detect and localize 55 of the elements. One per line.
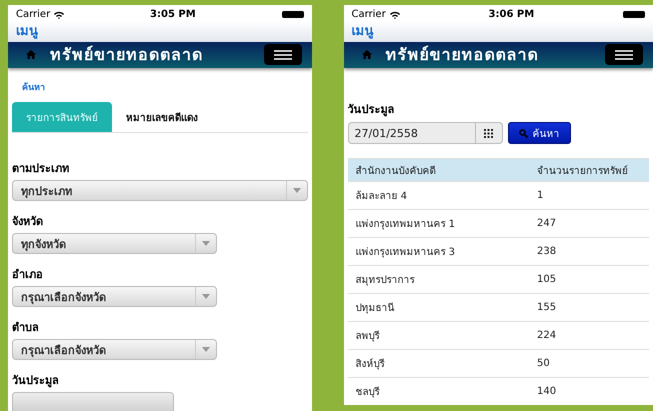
field-label: วันประมูล: [348, 102, 396, 118]
field-label: ตามประเภท: [12, 161, 70, 177]
table-cell-text: 247: [536, 218, 558, 229]
field-label: วันประมูล: [12, 373, 60, 389]
tab[interactable]: หมายเลขคดีแดง: [112, 102, 212, 132]
table-cell-text: ลพบุรี: [354, 330, 380, 343]
table-cell-text: 1: [536, 190, 544, 201]
column-header: จำนวนรายการทรัพย์: [536, 164, 629, 178]
search-link[interactable]: ค้นหา: [22, 80, 308, 94]
search-button[interactable]: ค้นหา: [508, 122, 570, 144]
menu-icon: [615, 50, 633, 60]
status-time: 3:05 PM: [150, 9, 196, 20]
table-cell-text: แพ่งกรุงเทพมหานคร 1: [354, 218, 456, 231]
field-label: จังหวัด: [12, 214, 44, 230]
menu-button[interactable]: [264, 44, 302, 66]
menu-button[interactable]: [605, 44, 643, 66]
caret-icon: [202, 241, 210, 246]
date-field[interactable]: 27/01/2558: [348, 122, 502, 144]
caret-icon: [292, 188, 300, 193]
wifi-icon: [54, 10, 64, 18]
search-icon: [518, 128, 528, 138]
table-cell-text: แพ่งกรุงเทพมหานคร 3: [354, 246, 456, 259]
calendar-grid-icon[interactable]: [484, 128, 493, 138]
column-header: สำนักงานบังคับคดี: [354, 164, 436, 178]
battery-icon: [282, 11, 304, 18]
dropdown[interactable]: กรุณาเลือกจังหวัด: [12, 286, 217, 307]
carrier-label: Carrier: [16, 9, 50, 20]
table-cell-text: ปทุมธานี: [354, 302, 396, 315]
table-cell-text: สิงห์บุรี: [354, 357, 386, 371]
dropdown[interactable]: กรุณาเลือกจังหวัด: [12, 339, 217, 360]
field-label: ตำบล: [12, 320, 40, 336]
dropdown[interactable]: ทุกประเภท: [12, 180, 308, 201]
table-cell-text: ล้มละลาย 4: [354, 190, 408, 203]
status-time: 3:06 PM: [488, 9, 534, 20]
table-cell-text: ชลบุรี: [354, 386, 380, 399]
table-cell-text: 155: [536, 302, 558, 313]
menu-link[interactable]: เมนู: [16, 20, 38, 42]
caret-icon: [202, 347, 210, 352]
table-cell-text: 105: [536, 274, 558, 285]
menu-icon: [274, 50, 292, 60]
dropdown[interactable]: ทุกจังหวัด: [12, 233, 217, 254]
table-cell-text: 224: [536, 330, 558, 341]
table-cell-text: 140: [536, 386, 558, 397]
page-title: ทรัพย์ขายทอดตลาด: [50, 44, 204, 66]
battery-icon: [623, 11, 645, 18]
wifi-icon: [390, 10, 400, 18]
date-field[interactable]: [12, 392, 174, 411]
table-cell-text: 50: [536, 358, 551, 369]
menu-link[interactable]: เมนู: [352, 20, 374, 42]
field-label: อำเภอ: [12, 267, 44, 283]
carrier-label: Carrier: [352, 9, 386, 20]
page-title: ทรัพย์ขายทอดตลาด: [386, 44, 540, 66]
caret-icon: [202, 294, 210, 299]
table-cell-text: สมุทรปราการ: [354, 274, 416, 287]
table-cell-text: 238: [536, 246, 558, 257]
